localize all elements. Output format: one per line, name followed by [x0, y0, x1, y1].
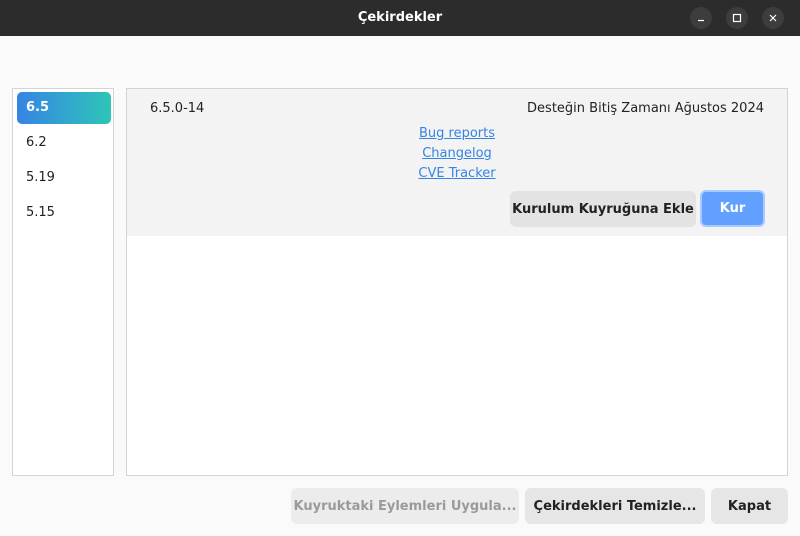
window-title: Çekirdekler — [357, 10, 443, 25]
maximize-button[interactable] — [726, 7, 748, 29]
kernel-series-list: 6.5 6.2 5.19 5.15 — [12, 88, 114, 476]
support-end-date: Desteğin Bitiş Zamanı Ağustos 2024 — [527, 101, 764, 116]
close-icon — [769, 14, 777, 22]
close-button[interactable]: Kapat — [711, 488, 788, 524]
sidebar-item-5-19[interactable]: 5.19 — [17, 162, 111, 194]
sidebar-item-6-5[interactable]: 6.5 — [17, 92, 111, 124]
title-bar[interactable]: Çekirdekler — [0, 0, 800, 36]
add-to-queue-button[interactable]: Kurulum Kuyruğuna Ekle — [510, 191, 696, 227]
install-button[interactable]: Kur — [700, 190, 765, 227]
clean-kernels-button[interactable]: Çekirdekleri Temizle... — [525, 488, 705, 524]
minimize-icon — [698, 19, 704, 22]
kernel-card[interactable]: 6.5.0-14 Desteğin Bitiş Zamanı Ağustos 2… — [127, 89, 787, 236]
minimize-button[interactable] — [690, 7, 712, 29]
kernel-list-panel: 6.5.0-14 Desteğin Bitiş Zamanı Ağustos 2… — [126, 88, 788, 476]
kernels-window: Çekirdekler 6.5 6.2 5.19 5.15 6.5.0-14 D… — [0, 0, 800, 536]
sidebar-item-5-15[interactable]: 5.15 — [17, 197, 111, 229]
bug-reports-link[interactable]: Bug reports — [127, 126, 787, 141]
apply-queue-button[interactable]: Kuyruktaki Eylemleri Uygula... — [291, 488, 519, 524]
maximize-icon — [732, 13, 742, 23]
cve-tracker-link[interactable]: CVE Tracker — [127, 166, 787, 181]
changelog-link[interactable]: Changelog — [127, 146, 787, 161]
kernel-version: 6.5.0-14 — [150, 101, 205, 116]
sidebar-item-6-2[interactable]: 6.2 — [17, 127, 111, 159]
close-window-button[interactable] — [762, 7, 784, 29]
